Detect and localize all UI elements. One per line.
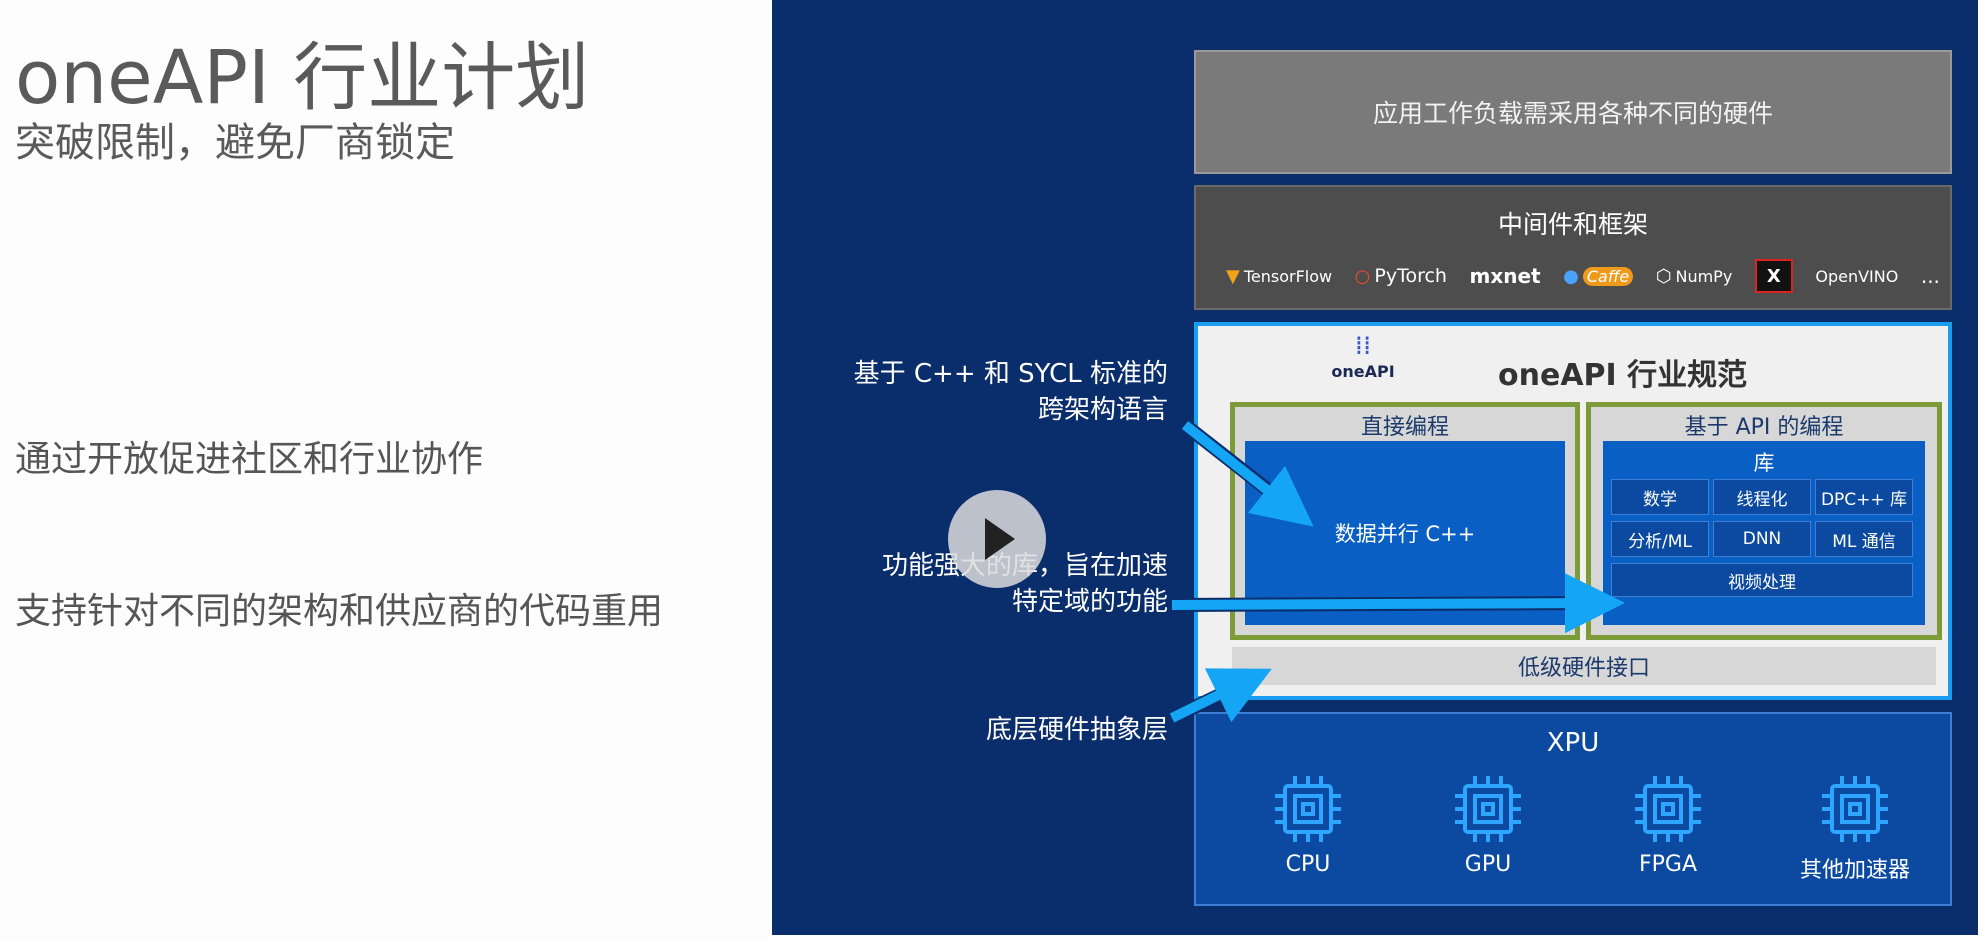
play-button[interactable] xyxy=(948,490,1046,588)
play-icon xyxy=(985,518,1015,560)
arrow-to-lowlevel xyxy=(1169,668,1272,723)
arrow-to-dpcpp xyxy=(1181,421,1314,527)
arrow-to-library xyxy=(1171,573,1625,634)
callout-arrows xyxy=(1168,419,1625,725)
bottom-strip xyxy=(772,935,1978,941)
